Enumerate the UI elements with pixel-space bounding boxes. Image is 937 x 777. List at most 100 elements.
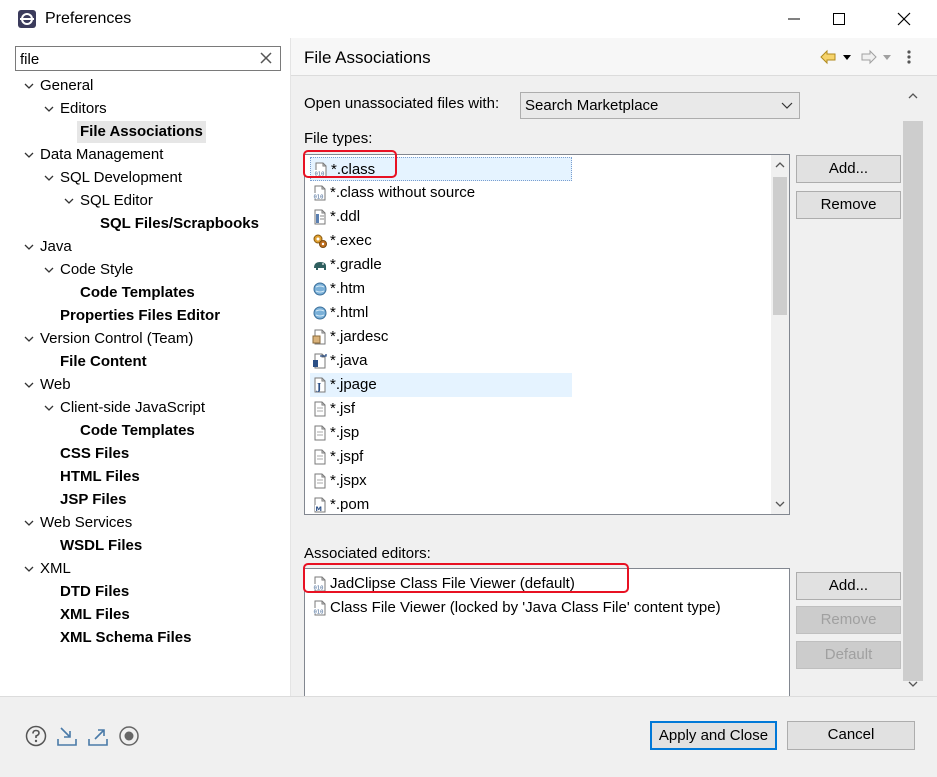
associated-editors-label: Associated editors: <box>304 545 431 562</box>
chevron-down-icon[interactable] <box>23 379 35 391</box>
remove-file-type-button[interactable]: Remove <box>796 191 901 219</box>
tree-item[interactable]: Java <box>0 236 290 258</box>
tree-item[interactable]: SQL Files/Scrapbooks <box>0 213 290 235</box>
svg-text:010: 010 <box>315 172 325 178</box>
tree-item[interactable]: Web Services <box>0 512 290 534</box>
file-type-label: *.jspx <box>330 472 367 489</box>
tree-item[interactable]: XML <box>0 558 290 580</box>
tree-item-label: File Associations <box>77 121 206 143</box>
tree-item[interactable]: Web <box>0 374 290 396</box>
tree-item-label: Client-side JavaScript <box>60 399 206 416</box>
chevron-down-icon[interactable] <box>43 103 55 115</box>
chevron-down-icon[interactable] <box>43 264 55 276</box>
add-editor-button[interactable]: Add... <box>796 572 901 600</box>
record-icon[interactable] <box>118 725 140 747</box>
text-file-icon <box>314 449 326 465</box>
page-scrollbar[interactable] <box>903 84 923 696</box>
page-scroll-thumb[interactable] <box>903 121 923 681</box>
file-type-item[interactable]: *.htm <box>310 277 572 301</box>
minimize-button[interactable] <box>771 0 817 38</box>
file-type-item[interactable]: *.html <box>310 301 572 325</box>
apply-and-close-button[interactable]: Apply and Close <box>650 721 777 750</box>
tree-item[interactable]: Version Control (Team) <box>0 328 290 350</box>
chevron-down-icon[interactable] <box>23 333 35 345</box>
tree-item[interactable]: File Content <box>0 351 290 373</box>
export-icon[interactable] <box>87 725 109 747</box>
import-icon[interactable] <box>56 725 78 747</box>
forward-menu-chevron-icon[interactable] <box>882 48 892 66</box>
tree-item[interactable]: Properties Files Editor <box>0 305 290 327</box>
page-scroll-down-icon[interactable] <box>907 678 919 690</box>
page-scroll-up-icon[interactable] <box>907 90 919 102</box>
tree-item[interactable]: JSP Files <box>0 489 290 511</box>
file-type-item[interactable]: M *.pom <box>310 493 572 514</box>
default-editor-button[interactable]: Default <box>796 641 901 669</box>
tree-item[interactable]: General <box>0 75 290 97</box>
tree-item[interactable]: HTML Files <box>0 466 290 488</box>
chevron-down-icon[interactable] <box>23 80 35 92</box>
tree-item[interactable]: Client-side JavaScript <box>0 397 290 419</box>
svg-text:M: M <box>316 505 322 513</box>
filter-input[interactable] <box>20 49 256 69</box>
class-file-icon: 010 <box>313 185 326 201</box>
file-type-item[interactable]: *.exec <box>310 229 572 253</box>
tree-item-label: Data Management <box>40 146 164 163</box>
page-title: File Associations <box>304 48 431 67</box>
tree-item[interactable]: CSS Files <box>0 443 290 465</box>
clear-filter-icon[interactable] <box>258 50 274 66</box>
file-type-item[interactable]: *.jsp <box>310 421 572 445</box>
tree-item[interactable]: Code Templates <box>0 420 290 442</box>
back-menu-chevron-icon[interactable] <box>842 48 852 66</box>
tree-item-label: WSDL Files <box>60 537 143 554</box>
maximize-button[interactable] <box>816 0 862 38</box>
view-menu-icon[interactable] <box>905 48 913 66</box>
tree-item[interactable]: SQL Development <box>0 167 290 189</box>
add-file-type-button[interactable]: Add... <box>796 155 901 183</box>
help-icon[interactable] <box>25 725 47 747</box>
chevron-down-icon[interactable] <box>43 172 55 184</box>
tree-item[interactable]: WSDL Files <box>0 535 290 557</box>
tree-item-label: SQL Editor <box>80 192 153 209</box>
file-types-list[interactable]: 010 *.class 010 *.class without source *.ddl… <box>304 154 790 515</box>
file-type-item[interactable]: 010 *.class <box>310 157 572 181</box>
tree-item[interactable]: Data Management <box>0 144 290 166</box>
tree-item[interactable]: File Associations <box>0 121 290 143</box>
maximize-icon <box>833 13 845 25</box>
chevron-down-icon[interactable] <box>23 517 35 529</box>
file-type-item[interactable]: *.jsf <box>310 397 572 421</box>
file-types-scroll-thumb[interactable] <box>773 177 787 315</box>
tree-item[interactable]: XML Schema Files <box>0 627 290 649</box>
file-types-scrollbar[interactable] <box>771 155 789 514</box>
close-button[interactable] <box>881 0 927 38</box>
tree-item[interactable]: DTD Files <box>0 581 290 603</box>
tree-item[interactable]: Code Templates <box>0 282 290 304</box>
tree-item[interactable]: Editors <box>0 98 290 120</box>
file-type-item[interactable]: *.jardesc <box>310 325 572 349</box>
tree-item-label: Properties Files Editor <box>60 307 221 324</box>
cancel-button[interactable]: Cancel <box>787 721 915 750</box>
chevron-down-icon[interactable] <box>23 241 35 253</box>
tree-item[interactable]: SQL Editor <box>0 190 290 212</box>
scroll-down-icon[interactable] <box>774 498 786 510</box>
file-type-item[interactable]: J *.jpage <box>310 373 572 397</box>
associated-editors-list[interactable]: 010 JadClipse Class File Viewer (default)… <box>304 568 790 696</box>
file-type-item[interactable]: *.jspx <box>310 469 572 493</box>
svg-text:010: 010 <box>314 610 324 616</box>
chevron-down-icon[interactable] <box>63 195 75 207</box>
chevron-down-icon[interactable] <box>43 402 55 414</box>
chevron-down-icon[interactable] <box>23 149 35 161</box>
file-type-item[interactable]: *.ddl <box>310 205 572 229</box>
file-type-item[interactable]: *.gradle <box>310 253 572 277</box>
tree-item[interactable]: XML Files <box>0 604 290 626</box>
file-type-item[interactable]: *.java <box>310 349 572 373</box>
file-type-item[interactable]: 010 *.class without source <box>310 181 572 205</box>
chevron-down-icon[interactable] <box>23 563 35 575</box>
scroll-up-icon[interactable] <box>774 159 786 171</box>
text-file-icon <box>314 473 326 489</box>
remove-editor-button[interactable]: Remove <box>796 606 901 634</box>
forward-arrow-icon[interactable] <box>860 48 878 66</box>
open-unassociated-select[interactable]: Search Marketplace <box>520 92 800 119</box>
tree-item[interactable]: Code Style <box>0 259 290 281</box>
back-arrow-icon[interactable] <box>819 48 837 66</box>
file-type-item[interactable]: *.jspf <box>310 445 572 469</box>
